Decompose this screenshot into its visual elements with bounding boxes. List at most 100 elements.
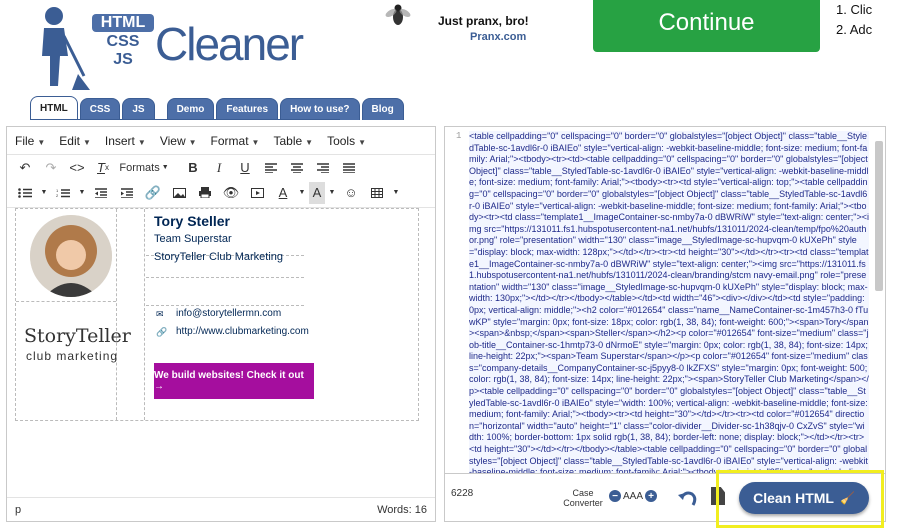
source-code-icon[interactable]: <>	[65, 157, 89, 179]
svg-text:2: 2	[56, 193, 59, 198]
editor-content[interactable]: StoryTeller club marketing Tory Steller …	[7, 207, 435, 499]
signature-email[interactable]: info@storytellermn.com	[176, 308, 281, 319]
tab-features[interactable]: Features	[216, 98, 279, 120]
clear-format-icon[interactable]: Tx	[91, 157, 115, 179]
editor-statusbar: p Words: 16	[7, 497, 435, 521]
signature-company: StoryTeller Club Marketing	[154, 251, 283, 263]
align-justify-icon[interactable]	[337, 157, 361, 179]
sig-divider	[144, 209, 145, 420]
tab-how-to-use[interactable]: How to use?	[280, 98, 360, 120]
toolbar-row-2: ▼ 12 ▼ 🔗 👁 A ▼ A ▼ ☺ ▼	[7, 180, 435, 205]
bullet-list-icon[interactable]	[13, 182, 37, 204]
menu-edit[interactable]: Edit ▼	[59, 134, 91, 148]
fly-icon[interactable]	[382, 0, 414, 32]
element-path[interactable]: p	[15, 504, 21, 516]
logo-css: CSS	[106, 33, 140, 50]
indent-icon[interactable]	[115, 182, 139, 204]
outdent-icon[interactable]	[89, 182, 113, 204]
tab-css[interactable]: CSS	[79, 98, 121, 120]
preview-icon[interactable]: 👁	[219, 182, 243, 204]
sig-divider	[146, 277, 304, 278]
print-icon[interactable]	[193, 182, 217, 204]
formats-dropdown[interactable]: Formats ▼	[117, 157, 171, 179]
align-center-icon[interactable]	[285, 157, 309, 179]
table-icon[interactable]	[365, 182, 389, 204]
char-count: 6228	[451, 488, 474, 499]
decrease-font-icon[interactable]: −	[609, 490, 621, 502]
background-color-chevron-icon[interactable]: ▼	[327, 182, 337, 204]
app-root: HTML CSS JS Cleaner Just pranx, bro! Pra…	[0, 0, 900, 532]
font-size-label: AAA	[623, 490, 644, 502]
company-logo-text: StoryTeller	[24, 325, 131, 347]
emoticon-icon[interactable]: ☺	[339, 182, 363, 204]
font-size-control: − AAA +	[607, 490, 659, 502]
menu-view[interactable]: View ▼	[160, 134, 197, 148]
word-count: Words: 16	[377, 503, 427, 516]
numbered-list-chevron-icon[interactable]: ▼	[77, 182, 87, 204]
editor-menubar: File ▼ Edit ▼ Insert ▼ View ▼ Format ▼ Table ▼…	[7, 127, 435, 155]
signature-cta-banner[interactable]: We build websites! Check it out →	[154, 363, 314, 399]
logo-languages: HTML CSS JS	[92, 14, 154, 69]
code-scrollbar[interactable]	[875, 141, 883, 291]
menu-table[interactable]: Table ▼	[273, 134, 313, 148]
wysiwyg-editor: File ▼ Edit ▼ Insert ▼ View ▼ Format ▼ Table ▼…	[6, 126, 436, 522]
tab-bar: HTML CSS JS Demo Features How to use? Bl…	[30, 96, 406, 120]
bold-icon[interactable]: B	[181, 157, 205, 179]
tab-demo[interactable]: Demo	[166, 98, 215, 120]
undo-icon[interactable]: ↶	[13, 157, 37, 179]
align-right-icon[interactable]	[311, 157, 335, 179]
link-icon: 🔗	[156, 327, 168, 337]
cleaner-mascot-icon	[42, 7, 90, 90]
signature-website[interactable]: http://www.clubmarketing.com	[176, 326, 309, 337]
logo-wordmark: Cleaner	[155, 18, 304, 70]
side-item-1: 1. Clic	[836, 2, 873, 17]
menu-tools[interactable]: Tools ▼	[327, 134, 366, 148]
side-instructions: 1. Clic 2. Adc	[836, 0, 872, 40]
toolbar-row-1: ↶ ↷ <> Tx Formats ▼ B I U	[7, 155, 435, 180]
menu-insert[interactable]: Insert ▼	[105, 134, 146, 148]
avatar	[30, 215, 112, 297]
continue-button[interactable]: Continue	[593, 0, 820, 52]
email-icon: ✉	[156, 309, 164, 319]
tab-html[interactable]: HTML	[30, 96, 78, 120]
undo-icon[interactable]	[677, 487, 699, 509]
link-icon[interactable]: 🔗	[141, 182, 165, 204]
case-converter-button[interactable]: Case Converter	[563, 488, 603, 508]
sig-divider	[116, 209, 117, 420]
line-gutter: 1	[445, 127, 467, 473]
background-color-icon[interactable]: A	[309, 181, 325, 204]
table-chevron-icon[interactable]: ▼	[391, 182, 401, 204]
text-color-chevron-icon[interactable]: ▼	[297, 182, 307, 204]
signature-name: Tory Steller	[154, 213, 230, 229]
promo-link[interactable]: Pranx.com	[470, 31, 526, 43]
tab-js[interactable]: JS	[122, 98, 155, 120]
tab-blog[interactable]: Blog	[361, 98, 404, 120]
logo-js: JS	[113, 51, 133, 68]
align-left-icon[interactable]	[259, 157, 283, 179]
redo-icon[interactable]: ↷	[39, 157, 63, 179]
side-item-2: 2. Adc	[836, 22, 873, 37]
signature-job-title: Team Superstar	[154, 233, 232, 245]
html-source-code[interactable]: <table cellpadding="0" cellspacing="0" b…	[469, 131, 869, 473]
menu-file[interactable]: File ▼	[15, 134, 45, 148]
tab-divider	[30, 119, 340, 120]
broom-icon: 🧹	[839, 491, 855, 505]
menu-format[interactable]: Format ▼	[211, 134, 260, 148]
bullet-list-chevron-icon[interactable]: ▼	[39, 182, 49, 204]
underline-icon[interactable]: U	[233, 157, 257, 179]
text-color-icon[interactable]: A	[271, 182, 295, 204]
italic-icon[interactable]: I	[207, 157, 231, 179]
clean-html-button[interactable]: Clean HTML 🧹	[739, 482, 869, 514]
numbered-list-icon[interactable]: 12	[51, 182, 75, 204]
sig-divider	[146, 305, 304, 306]
media-icon[interactable]	[245, 182, 269, 204]
sig-divider	[16, 301, 116, 302]
logo-html: HTML	[92, 14, 154, 32]
company-logo-subtext: club marketing	[26, 349, 119, 363]
html-source-panel[interactable]: 1 <table cellpadding="0" cellspacing="0"…	[444, 126, 886, 474]
increase-font-icon[interactable]: +	[645, 490, 658, 502]
email-signature: StoryTeller club marketing Tory Steller …	[15, 208, 419, 421]
image-icon[interactable]	[167, 182, 191, 204]
promo-text[interactable]: Just pranx, bro!	[438, 14, 529, 28]
line-number: 1	[456, 131, 462, 141]
